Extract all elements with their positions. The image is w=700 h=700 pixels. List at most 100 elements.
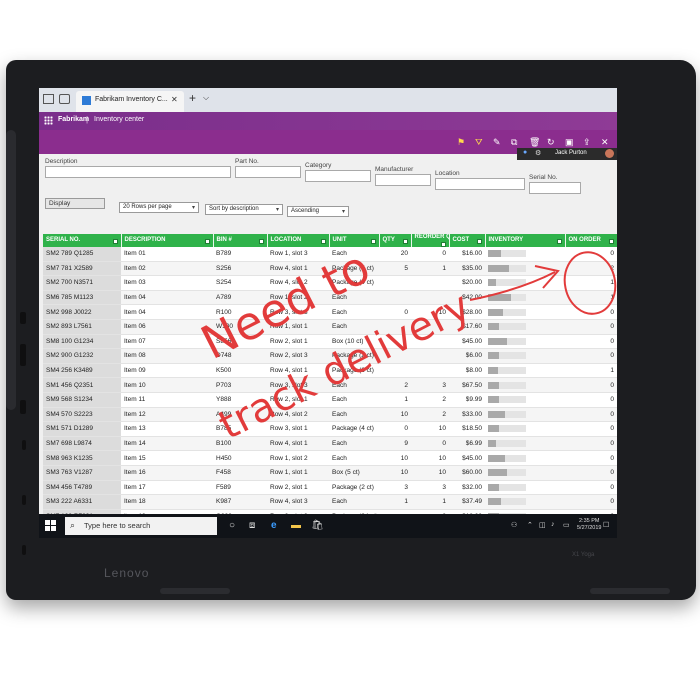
location-field[interactable] — [435, 178, 525, 190]
network-icon[interactable]: ◫ — [539, 521, 546, 529]
sort-toggle-icon[interactable] — [204, 239, 210, 244]
cost-cell: $67.50 — [449, 377, 485, 393]
table-row[interactable]: SM7 698 L9874 Item 14 B100 Row 4, slot 1 Eac… — [43, 436, 617, 452]
sort-toggle-icon[interactable] — [476, 239, 482, 244]
reorder-cell: 0 — [411, 436, 449, 452]
action-center-icon[interactable]: ☐ — [603, 521, 609, 529]
close-icon[interactable]: ✕ — [601, 137, 609, 148]
sort-toggle-icon[interactable] — [370, 239, 376, 244]
column-header[interactable]: SERIAL NO. — [43, 234, 122, 247]
column-header[interactable]: ON ORDER — [565, 234, 617, 247]
qty-cell: 0 — [379, 421, 411, 437]
table-row[interactable]: SM4 256 K3489 Item 09 K500 Row 4, slot 1 Pac… — [43, 363, 617, 379]
column-header[interactable]: UNIT — [329, 234, 380, 247]
edit-icon[interactable]: ✎ — [493, 137, 501, 148]
table-row[interactable]: SM1 456 Q2351 Item 10 P703 Row 3, slot 3 Eac… — [43, 377, 617, 393]
browser-tab[interactable]: Fabrikam Inventory C... ✕ — [76, 91, 184, 112]
tab-list-button[interactable]: ⌵ — [203, 93, 209, 103]
manufacturer-field[interactable] — [375, 174, 431, 186]
table-row[interactable]: SM7 781 X2589 Item 02 S256 Row 4, slot 1 Pac… — [43, 261, 617, 277]
inventory-bar-track — [488, 439, 526, 447]
column-header[interactable]: REORDER QTY — [411, 234, 450, 247]
avatar[interactable] — [605, 149, 614, 158]
rows-per-page-select[interactable]: 20 Rows per page ▾ — [119, 202, 199, 213]
new-tab-button[interactable]: + — [189, 91, 196, 105]
column-header[interactable]: INVENTORY — [485, 234, 566, 247]
table-row[interactable]: SM1 571 D1289 Item 13 B785 Row 3, slot 1 Pac… — [43, 421, 617, 437]
close-tab-icon[interactable]: ✕ — [171, 95, 178, 104]
app-launcher-icon[interactable] — [44, 116, 53, 125]
sort-by-select[interactable]: Sort by description ▾ — [205, 204, 283, 215]
people-icon[interactable]: ⚇ — [511, 521, 517, 529]
cortana-icon[interactable]: ○ — [229, 520, 235, 531]
column-header[interactable]: DESCRIPTION — [121, 234, 214, 247]
column-header[interactable]: BIN # — [213, 234, 268, 247]
table-row[interactable]: SM3 222 A6331 Item 18 K987 Row 4, slot 3 Eac… — [43, 494, 617, 510]
back-tabs-icon[interactable] — [59, 94, 70, 104]
inventory-bar-track — [488, 250, 526, 258]
location-cell: Row 1, slot 2 — [267, 290, 329, 306]
flag-icon[interactable]: ⚑ — [457, 137, 465, 148]
inventory-bar-track — [488, 366, 526, 374]
serial-cell: SM8 100 G1234 — [43, 334, 121, 350]
notification-icon[interactable]: ● — [523, 149, 527, 156]
column-header[interactable]: LOCATION — [267, 234, 330, 247]
show-hidden-icons[interactable]: ⌃ — [527, 521, 533, 529]
table-row[interactable]: SM8 963 K1235 Item 15 H450 Row 1, slot 2 Eac… — [43, 450, 617, 466]
sort-toggle-icon[interactable] — [320, 239, 326, 244]
inventory-bar-track — [488, 498, 526, 506]
column-header[interactable]: COST — [449, 234, 486, 247]
sort-toggle-icon[interactable] — [258, 239, 264, 244]
sort-toggle-icon[interactable] — [440, 242, 446, 247]
column-header[interactable]: QTY — [379, 234, 412, 247]
partno-field[interactable] — [235, 166, 301, 178]
share-icon[interactable]: ⇪ — [583, 137, 591, 148]
on-order-cell: 0 — [565, 450, 617, 466]
display-button[interactable]: Display — [45, 198, 105, 209]
inventory-content: ● ⚙ Jack Purton Description Part No. Cat… — [39, 148, 617, 525]
filter-icon[interactable]: ⛛ — [475, 137, 483, 148]
reorder-cell: 3 — [411, 480, 449, 496]
location-cell: Row 1, slot 3 — [267, 247, 329, 262]
on-order-cell: 1 — [565, 275, 617, 291]
windows-start-icon[interactable] — [45, 520, 57, 532]
refresh-icon[interactable]: ↻ — [547, 137, 555, 148]
edge-icon[interactable]: e — [271, 520, 277, 531]
unit-cell: Package (5 ct) — [329, 261, 379, 277]
store-icon[interactable]: 🛍 — [311, 520, 324, 531]
sort-toggle-icon[interactable] — [556, 239, 562, 244]
taskbar-clock[interactable]: 2:35 PM 5/27/2019 — [577, 518, 601, 532]
open-icon[interactable]: ⧉ — [511, 137, 517, 148]
bin-cell: B100 — [213, 436, 267, 452]
serialno-field[interactable] — [529, 182, 581, 194]
volume-icon[interactable]: ♪ — [551, 521, 555, 528]
sort-toggle-icon[interactable] — [112, 239, 118, 244]
table-row[interactable]: SM9 568 S1234 Item 11 Y888 Row 2, slot 1 Eac… — [43, 392, 617, 408]
taskbar-search-box[interactable]: ⌕ Type here to search — [65, 517, 217, 535]
task-view-icon[interactable]: ⧈ — [249, 520, 255, 531]
tab-actions-icon[interactable] — [43, 94, 54, 104]
on-order-cell: 0 — [565, 465, 617, 481]
order-select[interactable]: Ascending ▾ — [287, 206, 349, 217]
battery-icon[interactable]: ▭ — [563, 521, 570, 529]
save-icon[interactable]: ▣ — [565, 137, 574, 148]
table-row[interactable]: SM2 998 J0022 Item 04 R100 Row 3, slot 3 Eac… — [43, 304, 617, 320]
delete-icon[interactable]: 🗑 — [529, 137, 540, 148]
table-row[interactable]: SM4 570 S2223 Item 12 A499 Row 4, slot 2 Eac… — [43, 407, 617, 423]
inventory-bar-track — [488, 381, 526, 389]
category-field[interactable] — [305, 170, 371, 182]
table-row[interactable]: SM8 100 G1234 Item 07 S856 Row 2, slot 1 Box… — [43, 334, 617, 350]
table-row[interactable]: SM6 785 M1123 Item 04 A789 Row 1, slot 2 Eac… — [43, 290, 617, 306]
table-row[interactable]: SM4 456 T4789 Item 17 F589 Row 2, slot 1 Pac… — [43, 480, 617, 496]
description-field[interactable] — [45, 166, 231, 178]
table-row[interactable]: SM2 789 Q1285 Item 01 B789 Row 1, slot 3 Eac… — [43, 247, 617, 262]
table-row[interactable]: SM3 763 V1287 Item 16 F458 Row 1, slot 1 Box… — [43, 465, 617, 481]
sort-toggle-icon[interactable] — [402, 239, 408, 244]
settings-icon[interactable]: ⚙ — [535, 149, 541, 157]
sort-toggle-icon[interactable] — [608, 239, 614, 244]
table-row[interactable]: SM2 900 G1232 Item 08 D748 Row 2, slot 3 Pac… — [43, 348, 617, 364]
serial-cell: SM1 456 Q2351 — [43, 377, 121, 393]
table-row[interactable]: SM2 893 L7561 Item 06 W100 Row 1, slot 1 Eac… — [43, 319, 617, 335]
table-row[interactable]: SM2 700 N3571 Item 03 S254 Row 4, slot 2 Pac… — [43, 275, 617, 291]
file-explorer-icon[interactable]: ▬ — [291, 520, 301, 531]
